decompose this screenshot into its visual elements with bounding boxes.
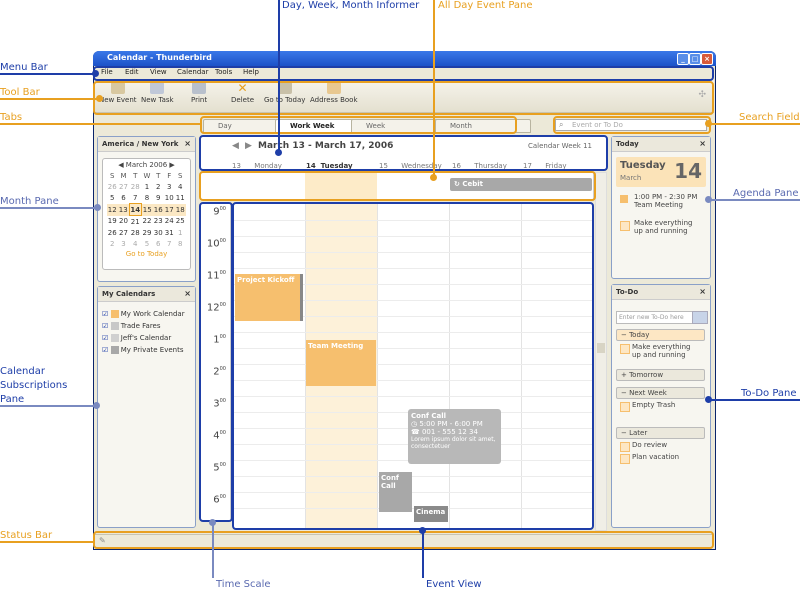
search-highlight	[553, 116, 711, 134]
menu-bar-highlight	[93, 66, 714, 81]
mini-month-grid: SMTWTFS 26 27 28 1 2 3 4 5 6 7 8 9 10 11 12 13 14 15 16 1…	[106, 172, 186, 248]
todo-title: To-Do	[616, 288, 639, 296]
callout-menu-bar: Menu Bar	[0, 62, 48, 73]
calendar-item[interactable]: ☑ Trade Fares	[102, 322, 161, 330]
checkbox-icon[interactable]: ☑	[102, 322, 108, 330]
todo-section-later: − Later Do review Plan vacation	[616, 427, 705, 464]
callout-informer: Day, Week, Month Informer	[282, 0, 420, 11]
calendar-color-swatch	[110, 334, 119, 342]
scroll-thumb[interactable]	[597, 343, 605, 353]
checkbox-icon[interactable]: ☑	[102, 346, 108, 354]
close-icon[interactable]: ×	[699, 287, 706, 296]
todo-item[interactable]: Do review	[616, 439, 705, 452]
callout-search-field: Search Field	[739, 112, 800, 123]
todo-section-next-week: − Next Week Empty Trash	[616, 387, 705, 412]
checkbox-icon[interactable]: ☑	[102, 310, 108, 318]
maximize-icon[interactable]: □	[689, 53, 701, 65]
status-bar-highlight	[93, 531, 714, 549]
close-icon[interactable]: ×	[184, 139, 191, 148]
callout-event-view: Event View	[426, 579, 482, 590]
agenda-pane: Today × Tuesday March 14 1:00 PM - 2:30 P…	[611, 136, 711, 279]
callout-all-day: All Day Event Pane	[438, 0, 533, 11]
scrollbar[interactable]	[595, 172, 607, 531]
todo-section-tomorrow: + Tomorrow	[616, 369, 705, 381]
month-pane: America / New York × ◀ March 2006 ▶ SMTWT…	[97, 136, 196, 282]
close-icon[interactable]: ×	[184, 289, 191, 298]
prev-month-icon[interactable]: ◀	[118, 161, 126, 169]
timezone-label: America / New York	[102, 140, 179, 148]
calendar-item[interactable]: ☑ My Work Calendar	[102, 310, 185, 318]
close-icon[interactable]: ×	[699, 139, 706, 148]
window-title: Calendar - Thunderbird	[107, 53, 212, 62]
callout-tool-bar: Tool Bar	[0, 87, 40, 98]
agenda-item[interactable]: 1:00 PM - 2:30 PM Team Meeting	[634, 193, 697, 209]
time-scale-highlight	[199, 202, 233, 522]
todo-pane: To-Do × Enter new To-Do here − Today Make…	[611, 284, 711, 528]
callout-calendar-subscriptions-3: Pane	[0, 394, 25, 405]
callout-tabs: Tabs	[0, 112, 23, 123]
calendar-color-swatch	[110, 322, 119, 330]
informer-highlight	[199, 135, 608, 171]
calendar-color-swatch	[110, 310, 119, 318]
calendar-item[interactable]: ☑ My Private Events	[102, 346, 184, 354]
agenda-date-header: Tuesday March 14	[616, 157, 706, 187]
callout-calendar-subscriptions-2: Subscriptions	[0, 380, 68, 391]
minimize-icon[interactable]: _	[677, 53, 689, 65]
todo-item[interactable]: Make everything up and running	[616, 341, 705, 359]
task-icon	[620, 344, 630, 354]
agenda-title: Today	[616, 140, 639, 148]
callout-agenda-pane: Agenda Pane	[733, 188, 799, 199]
task-icon	[620, 454, 630, 464]
next-month-icon[interactable]: ▶	[167, 161, 174, 169]
task-icon	[620, 221, 630, 231]
go-to-today-link[interactable]: Go to Today	[103, 250, 190, 258]
my-calendars-title: My Calendars	[102, 290, 156, 298]
todo-item[interactable]: Plan vacation	[616, 449, 705, 464]
task-icon	[620, 402, 630, 412]
event-view-highlight	[232, 202, 594, 530]
new-todo-input[interactable]: Enter new To-Do here	[616, 311, 694, 324]
todo-calendar-icon[interactable]	[692, 311, 708, 324]
calendar-list: ☑ My Work Calendar ☑ Trade Fares ☑ Jeff'…	[98, 302, 195, 362]
title-bar: Calendar - Thunderbird _ □ ×	[93, 51, 716, 66]
calendar-item[interactable]: ☑ Jeff's Calendar	[102, 334, 171, 342]
close-icon[interactable]: ×	[701, 53, 713, 65]
calendar-subscriptions-pane: My Calendars × ☑ My Work Calendar ☑ Trade…	[97, 286, 196, 528]
event-color-icon	[620, 195, 628, 203]
mini-month-title: March 2006	[125, 161, 168, 169]
callout-todo-pane: To-Do Pane	[741, 388, 797, 399]
tabs-highlight	[200, 116, 517, 134]
calendar-color-swatch	[110, 346, 119, 354]
callout-time-scale: Time Scale	[216, 579, 271, 590]
callout-status-bar: Status Bar	[0, 530, 53, 541]
checkbox-icon[interactable]: ☑	[102, 334, 108, 342]
todo-item[interactable]: Empty Trash	[616, 399, 705, 412]
tool-bar-highlight	[93, 81, 714, 115]
callout-calendar-subscriptions-1: Calendar	[0, 366, 45, 377]
todo-section-today: − Today Make everything up and running	[616, 329, 705, 359]
all-day-highlight	[199, 171, 596, 201]
mini-calendar: ◀ March 2006 ▶ SMTWTFS 26 27 28 1 2 3 4 567891…	[102, 158, 191, 270]
callout-month-pane: Month Pane	[0, 196, 59, 207]
agenda-item[interactable]: Make everything up and running	[634, 219, 692, 235]
